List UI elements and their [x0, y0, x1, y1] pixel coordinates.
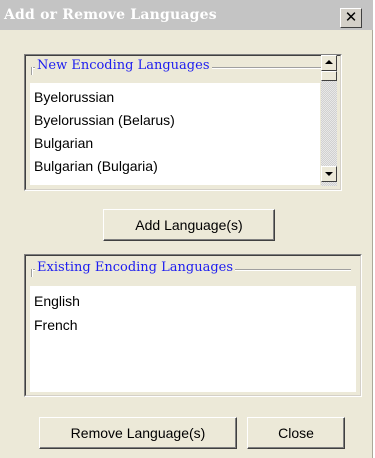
title-bar[interactable]: Add or Remove Languages ✕: [0, 0, 373, 30]
new-languages-list[interactable]: Byelorussian Byelorussian (Belarus) Bulg…: [30, 83, 320, 185]
list-item[interactable]: English: [34, 293, 80, 309]
window-title: Add or Remove Languages: [4, 7, 217, 23]
existing-languages-list[interactable]: English French: [30, 286, 356, 392]
new-languages-scrollbar[interactable]: [321, 55, 337, 186]
remove-languages-button[interactable]: Remove Language(s): [39, 417, 237, 449]
new-languages-group-label: New Encoding Languages: [35, 58, 212, 73]
close-button[interactable]: Close: [247, 417, 345, 449]
scroll-up-button[interactable]: [321, 55, 337, 71]
add-remove-languages-dialog: Add or Remove Languages ✕ New Encoding L…: [0, 0, 373, 458]
scroll-up-arrow-icon: [325, 60, 333, 64]
list-item[interactable]: Byelorussian: [34, 89, 114, 105]
close-icon: ✕: [344, 8, 358, 26]
close-window-button[interactable]: ✕: [340, 8, 362, 28]
existing-languages-panel: Existing Encoding Languages English Fren…: [24, 254, 362, 397]
existing-languages-group-tick: [31, 269, 33, 277]
add-languages-button[interactable]: Add Language(s): [103, 209, 275, 241]
scroll-thumb[interactable]: [321, 71, 337, 81]
existing-languages-group-label: Existing Encoding Languages: [35, 260, 236, 275]
new-languages-panel: New Encoding Languages Byelorussian Byel…: [24, 54, 342, 191]
list-item[interactable]: Bulgarian: [34, 135, 93, 151]
scroll-down-button[interactable]: [321, 166, 337, 182]
new-languages-group-tick: [31, 67, 33, 75]
scroll-down-arrow-icon: [325, 172, 333, 176]
list-item[interactable]: Byelorussian (Belarus): [34, 112, 175, 128]
list-item[interactable]: Bulgarian (Bulgaria): [34, 158, 158, 174]
list-item[interactable]: French: [34, 317, 78, 333]
